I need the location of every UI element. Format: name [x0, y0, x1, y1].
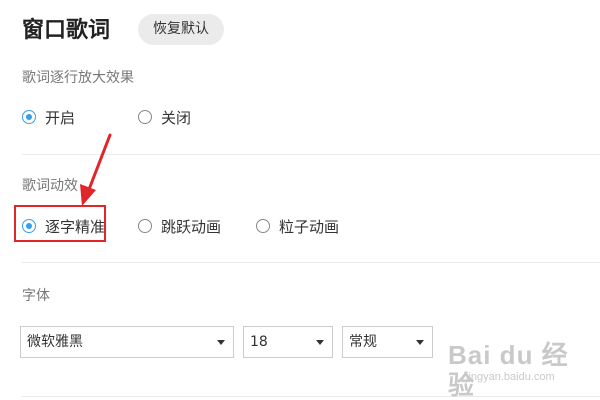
font-family-value: 微软雅黑: [27, 334, 83, 350]
font-label: 字体: [22, 288, 50, 304]
font-size-value: 18: [250, 334, 268, 350]
font-family-select[interactable]: 微软雅黑: [20, 326, 234, 358]
zoom-off-label: 关闭: [161, 108, 192, 127]
radio-unchecked-icon: [256, 219, 270, 233]
animation-particle-label: 粒子动画: [279, 217, 340, 236]
radio-unchecked-icon: [138, 110, 152, 124]
animation-particle-radio[interactable]: 粒子动画: [256, 215, 339, 237]
restore-defaults-button[interactable]: 恢复默认: [138, 14, 224, 45]
watermark-url: jingyan.baidu.com: [466, 371, 555, 383]
chevron-down-icon: [416, 340, 424, 345]
animation-jump-radio[interactable]: 跳跃动画: [138, 215, 221, 237]
zoom-off-radio[interactable]: 关闭: [138, 106, 191, 128]
radio-unchecked-icon: [138, 219, 152, 233]
section-divider: [22, 262, 600, 263]
chevron-down-icon: [217, 340, 225, 345]
zoom-effect-label: 歌词逐行放大效果: [22, 70, 134, 86]
zoom-on-radio[interactable]: 开启: [22, 106, 75, 128]
zoom-on-label: 开启: [45, 108, 76, 127]
radio-checked-icon: [22, 110, 36, 124]
font-style-select[interactable]: 常规: [342, 326, 433, 358]
font-size-select[interactable]: 18: [243, 326, 333, 358]
chevron-down-icon: [316, 340, 324, 345]
font-style-value: 常规: [349, 334, 377, 350]
annotation-arrow-icon: [80, 133, 112, 206]
animation-jump-label: 跳跃动画: [161, 217, 222, 236]
baidu-jingyan-watermark: Bai du 经验 jingyan.baidu.com: [448, 340, 578, 400]
page-title: 窗口歌词: [22, 18, 111, 43]
